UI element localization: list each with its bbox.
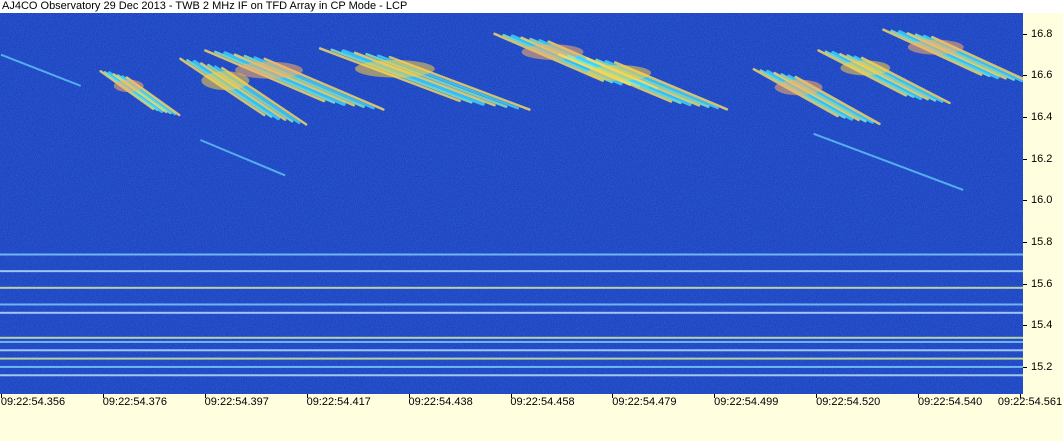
y-tick-label: 16.2 [1031, 152, 1053, 165]
burst-core [774, 79, 823, 96]
x-tick-label: 09:22:54.438 [408, 396, 473, 408]
narrowband-line [0, 349, 1023, 352]
x-tick-label: 09:22:54.397 [204, 396, 269, 408]
y-tick [1023, 325, 1027, 327]
x-tick-label: 09:22:54.417 [306, 396, 371, 408]
burst-core [840, 60, 891, 76]
x-tick-label: 09:22:54.356 [0, 396, 66, 408]
y-axis: 16.8 16.6 16.4 16.2 16.0 15.8 15.6 15.4 15.2 [1023, 13, 1063, 394]
x-tick-label: 09:22:54.520 [816, 396, 881, 408]
y-tick [1023, 33, 1027, 35]
narrowband-line [0, 270, 1023, 273]
narrowband-line [0, 357, 1023, 360]
narrowband-line [0, 253, 1023, 256]
y-tick-label: 15.4 [1031, 319, 1053, 332]
y-tick [1023, 366, 1027, 368]
x-axis: 09:22:54.356 09:22:54.376 09:22:54.397 09:2… [0, 394, 1063, 441]
burst-core [907, 39, 964, 55]
narrowband-line [0, 336, 1023, 339]
y-tick [1023, 117, 1027, 119]
y-tick [1023, 158, 1027, 160]
y-tick-label: 16.4 [1031, 111, 1053, 124]
title-bar: AJ4CO Observatory 29 Dec 2013 - TWB 2 MH… [0, 0, 1063, 13]
x-tick-label: 09:22:54.458 [510, 396, 575, 408]
narrowband-line [0, 340, 1023, 343]
y-tick-label: 15.2 [1031, 360, 1053, 373]
narrowband-line [0, 365, 1023, 368]
y-tick-label: 15.8 [1031, 236, 1053, 249]
y-tick-label: 16.0 [1031, 194, 1053, 207]
x-tick-label: 09:22:54.561 [997, 396, 1063, 408]
burst-core [113, 79, 144, 93]
y-tick [1023, 242, 1027, 244]
narrowband-line [0, 286, 1023, 289]
spectrogram-plot [0, 13, 1023, 394]
narrowband-line [0, 311, 1023, 314]
burst-core [354, 60, 435, 78]
x-tick-label: 09:22:54.540 [917, 396, 983, 408]
narrowband-line [0, 303, 1023, 306]
x-tick-label: 09:22:54.479 [612, 396, 677, 408]
burst-core [587, 65, 652, 81]
x-tick-label: 09:22:54.376 [102, 396, 168, 408]
y-tick [1023, 283, 1027, 285]
y-tick-label: 15.6 [1031, 277, 1053, 290]
narrowband-line [0, 374, 1023, 377]
x-tick-label: 09:22:54.499 [714, 396, 779, 408]
spectrogram-svg [0, 13, 1023, 394]
chart-title: AJ4CO Observatory 29 Dec 2013 - TWB 2 MH… [2, 0, 408, 12]
y-tick-label: 16.6 [1031, 69, 1053, 82]
y-tick [1023, 200, 1027, 202]
y-tick [1023, 75, 1027, 77]
burst-core [235, 61, 303, 79]
y-tick-label: 16.8 [1031, 27, 1053, 40]
